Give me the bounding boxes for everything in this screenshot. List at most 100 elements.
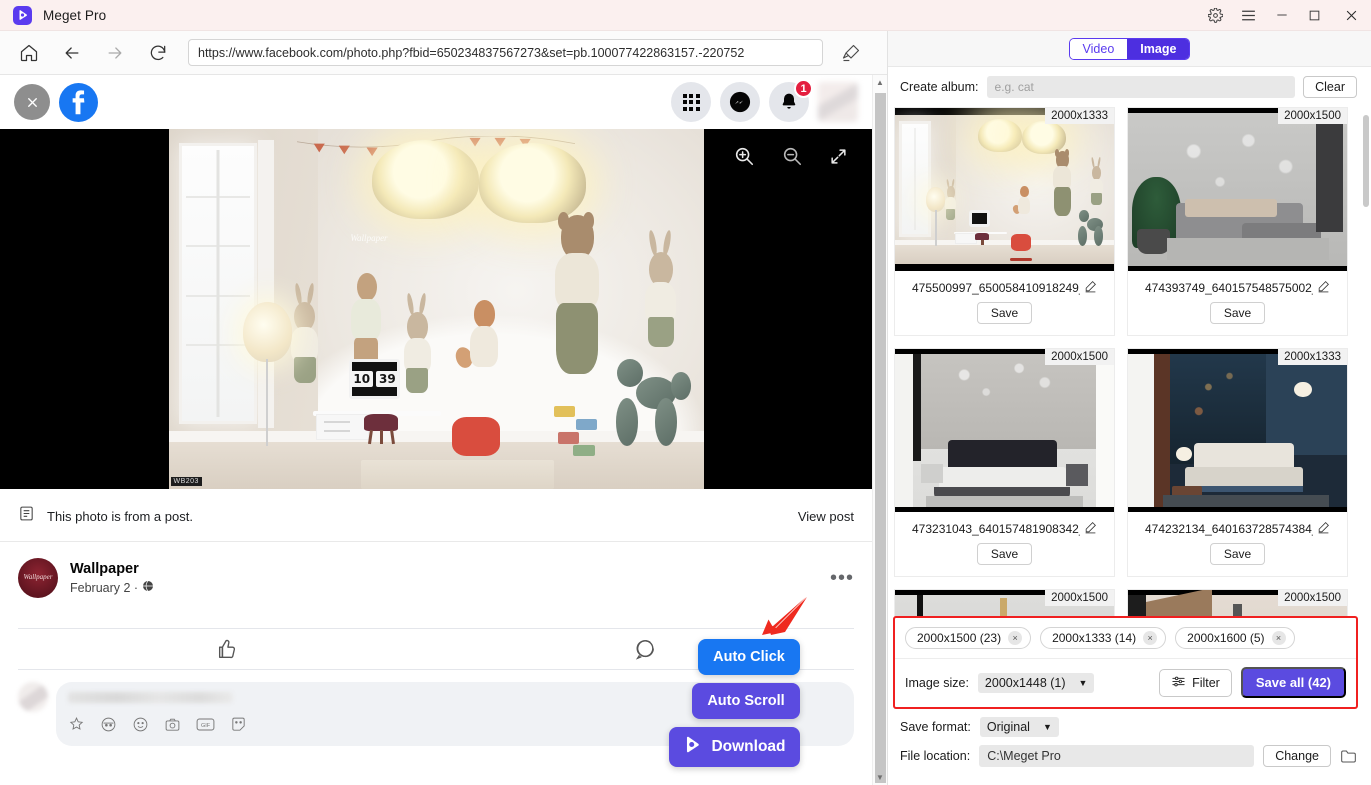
close-icon[interactable] <box>1331 0 1371 31</box>
media-card: 2000x1500 <box>894 348 1115 577</box>
emoji-icon[interactable] <box>132 716 149 738</box>
tab-image[interactable]: Image <box>1127 38 1190 59</box>
app-body: https://www.facebook.com/photo.php?fbid=… <box>0 31 1371 785</box>
zoom-in-icon[interactable] <box>733 145 755 167</box>
app-window: Meget Pro https://www.facebook.com/photo… <box>0 0 1371 785</box>
photo-zoom-controls <box>733 145 848 167</box>
brush-icon[interactable] <box>829 43 873 63</box>
image-size-value: 2000x1448 (1) <box>984 675 1066 690</box>
reload-icon[interactable] <box>143 38 173 68</box>
media-thumbnail[interactable]: 2000x1500 <box>1128 108 1347 271</box>
gif-icon[interactable]: GIF <box>196 716 215 738</box>
image-size-select[interactable]: 2000x1448 (1) ▼ <box>977 672 1095 693</box>
facebook-header-actions: 1 <box>671 79 858 122</box>
author-avatar-text: Wallpaper <box>23 573 53 582</box>
remove-chip-icon[interactable]: × <box>1143 631 1158 645</box>
save-button[interactable]: Save <box>1209 302 1266 324</box>
view-post-link[interactable]: View post <box>798 509 854 524</box>
settings-icon[interactable] <box>1199 0 1232 31</box>
like-icon[interactable] <box>18 638 436 660</box>
panel-scrollbar-thumb[interactable] <box>1363 115 1369 207</box>
red-arrow-annotation <box>758 595 810 642</box>
filter-chip[interactable]: 2000x1600 (5) × <box>1175 627 1295 649</box>
close-photo-button[interactable] <box>14 84 50 120</box>
clear-button[interactable]: Clear <box>1303 76 1357 98</box>
media-filename-row: 473231043_640157481908342_924 <box>895 512 1114 541</box>
scroll-up-arrow[interactable]: ▲ <box>873 75 887 90</box>
camera-icon[interactable] <box>164 716 181 738</box>
notifications-icon[interactable]: 1 <box>769 79 813 122</box>
pencil-icon[interactable] <box>1084 521 1097 537</box>
avatar-emoji-icon[interactable] <box>100 716 117 738</box>
save-button[interactable]: Save <box>1209 543 1266 565</box>
menu-icon[interactable] <box>1232 0 1265 31</box>
minimize-icon[interactable] <box>1265 0 1298 31</box>
media-thumbnail[interactable]: 2000x1333 <box>1128 349 1347 512</box>
post-date: February 2 · <box>70 580 154 595</box>
desk-chair <box>364 413 398 444</box>
sticker-face-icon[interactable] <box>230 716 247 738</box>
save-format-label: Save format: <box>900 720 971 734</box>
back-arrow-icon[interactable] <box>57 38 87 68</box>
chevron-down-icon: ▼ <box>1042 722 1052 732</box>
sticker-icon[interactable] <box>68 716 85 738</box>
author-name[interactable]: Wallpaper <box>70 561 154 577</box>
tab-video[interactable]: Video <box>1069 38 1128 59</box>
download-button[interactable]: Download <box>669 727 800 767</box>
zoom-out-icon[interactable] <box>781 145 803 167</box>
facebook-logo-icon[interactable] <box>59 82 98 122</box>
fullscreen-icon[interactable] <box>829 147 848 166</box>
flower-lamp-left <box>371 139 479 219</box>
save-all-button[interactable]: Save all (42) <box>1240 667 1346 698</box>
pencil-icon[interactable] <box>1084 280 1097 296</box>
post-date-text: February 2 · <box>70 580 139 595</box>
pencil-icon[interactable] <box>1317 280 1330 296</box>
scroll-down-arrow[interactable]: ▼ <box>873 770 887 785</box>
resolution-badge: 2000x1500 <box>1045 349 1114 365</box>
media-thumbnail[interactable]: 2000x1333 <box>895 108 1114 271</box>
browser-toolbar: https://www.facebook.com/photo.php?fbid=… <box>0 31 887 75</box>
profile-avatar[interactable] <box>818 82 858 122</box>
media-filename-row: 475500997_650058410918249_862 <box>895 271 1114 300</box>
bear-illustration <box>543 212 607 374</box>
filter-button[interactable]: Filter <box>1159 668 1232 697</box>
desk-furniture: 10 39 <box>312 345 442 446</box>
auto-scroll-button[interactable]: Auto Scroll <box>692 683 800 719</box>
comment-placeholder <box>68 692 233 703</box>
panel-scrollbar[interactable] <box>1360 107 1371 709</box>
folder-icon[interactable] <box>1340 749 1357 764</box>
address-bar[interactable]: https://www.facebook.com/photo.php?fbid=… <box>188 39 823 66</box>
maximize-icon[interactable] <box>1298 0 1331 31</box>
file-location-input[interactable]: C:\Meget Pro <box>979 745 1255 767</box>
media-thumbnail[interactable]: 2000x1500 <box>895 349 1114 512</box>
forward-arrow-icon[interactable] <box>100 38 130 68</box>
save-button[interactable]: Save <box>976 302 1033 324</box>
resolution-badge: 2000x1500 <box>1045 590 1114 606</box>
auto-click-button[interactable]: Auto Click <box>698 639 800 675</box>
filter-controls-row: Image size: 2000x1448 (1) ▼ Filter Save … <box>895 659 1356 707</box>
photo-post-note: This photo is from a post. View post <box>0 489 872 542</box>
filter-chip[interactable]: 2000x1500 (23) × <box>905 627 1032 649</box>
home-icon[interactable] <box>14 38 44 68</box>
pencil-icon[interactable] <box>1317 521 1330 537</box>
create-album-input[interactable] <box>986 76 1296 98</box>
filter-panel: 2000x1500 (23) × 2000x1333 (14) × 2000x1… <box>893 616 1358 709</box>
apps-grid-icon[interactable] <box>671 82 711 122</box>
save-button[interactable]: Save <box>976 543 1033 565</box>
author-avatar[interactable]: Wallpaper <box>18 558 58 598</box>
post-menu-button[interactable]: ••• <box>830 567 854 590</box>
scrollbar-thumb[interactable] <box>875 93 886 783</box>
change-location-button[interactable]: Change <box>1263 745 1331 767</box>
main-photo[interactable]: 10 39 Wallpaper WB203 <box>168 129 704 489</box>
file-location-row: File location: C:\Meget Pro Change <box>900 745 1357 767</box>
filter-chip-label: 2000x1500 (23) <box>917 631 1002 645</box>
remove-chip-icon[interactable]: × <box>1271 631 1286 645</box>
messenger-icon[interactable] <box>720 82 760 122</box>
filter-chip[interactable]: 2000x1333 (14) × <box>1040 627 1167 649</box>
browser-scrollbar[interactable]: ▲ ▼ <box>872 75 887 785</box>
remove-chip-icon[interactable]: × <box>1008 631 1023 645</box>
save-format-select[interactable]: Original ▼ <box>979 717 1059 737</box>
chevron-down-icon: ▼ <box>1078 677 1088 688</box>
photo-stage: 10 39 Wallpaper WB203 <box>0 129 872 489</box>
media-filename: 474232134_640163728574384_793 <box>1145 522 1313 536</box>
